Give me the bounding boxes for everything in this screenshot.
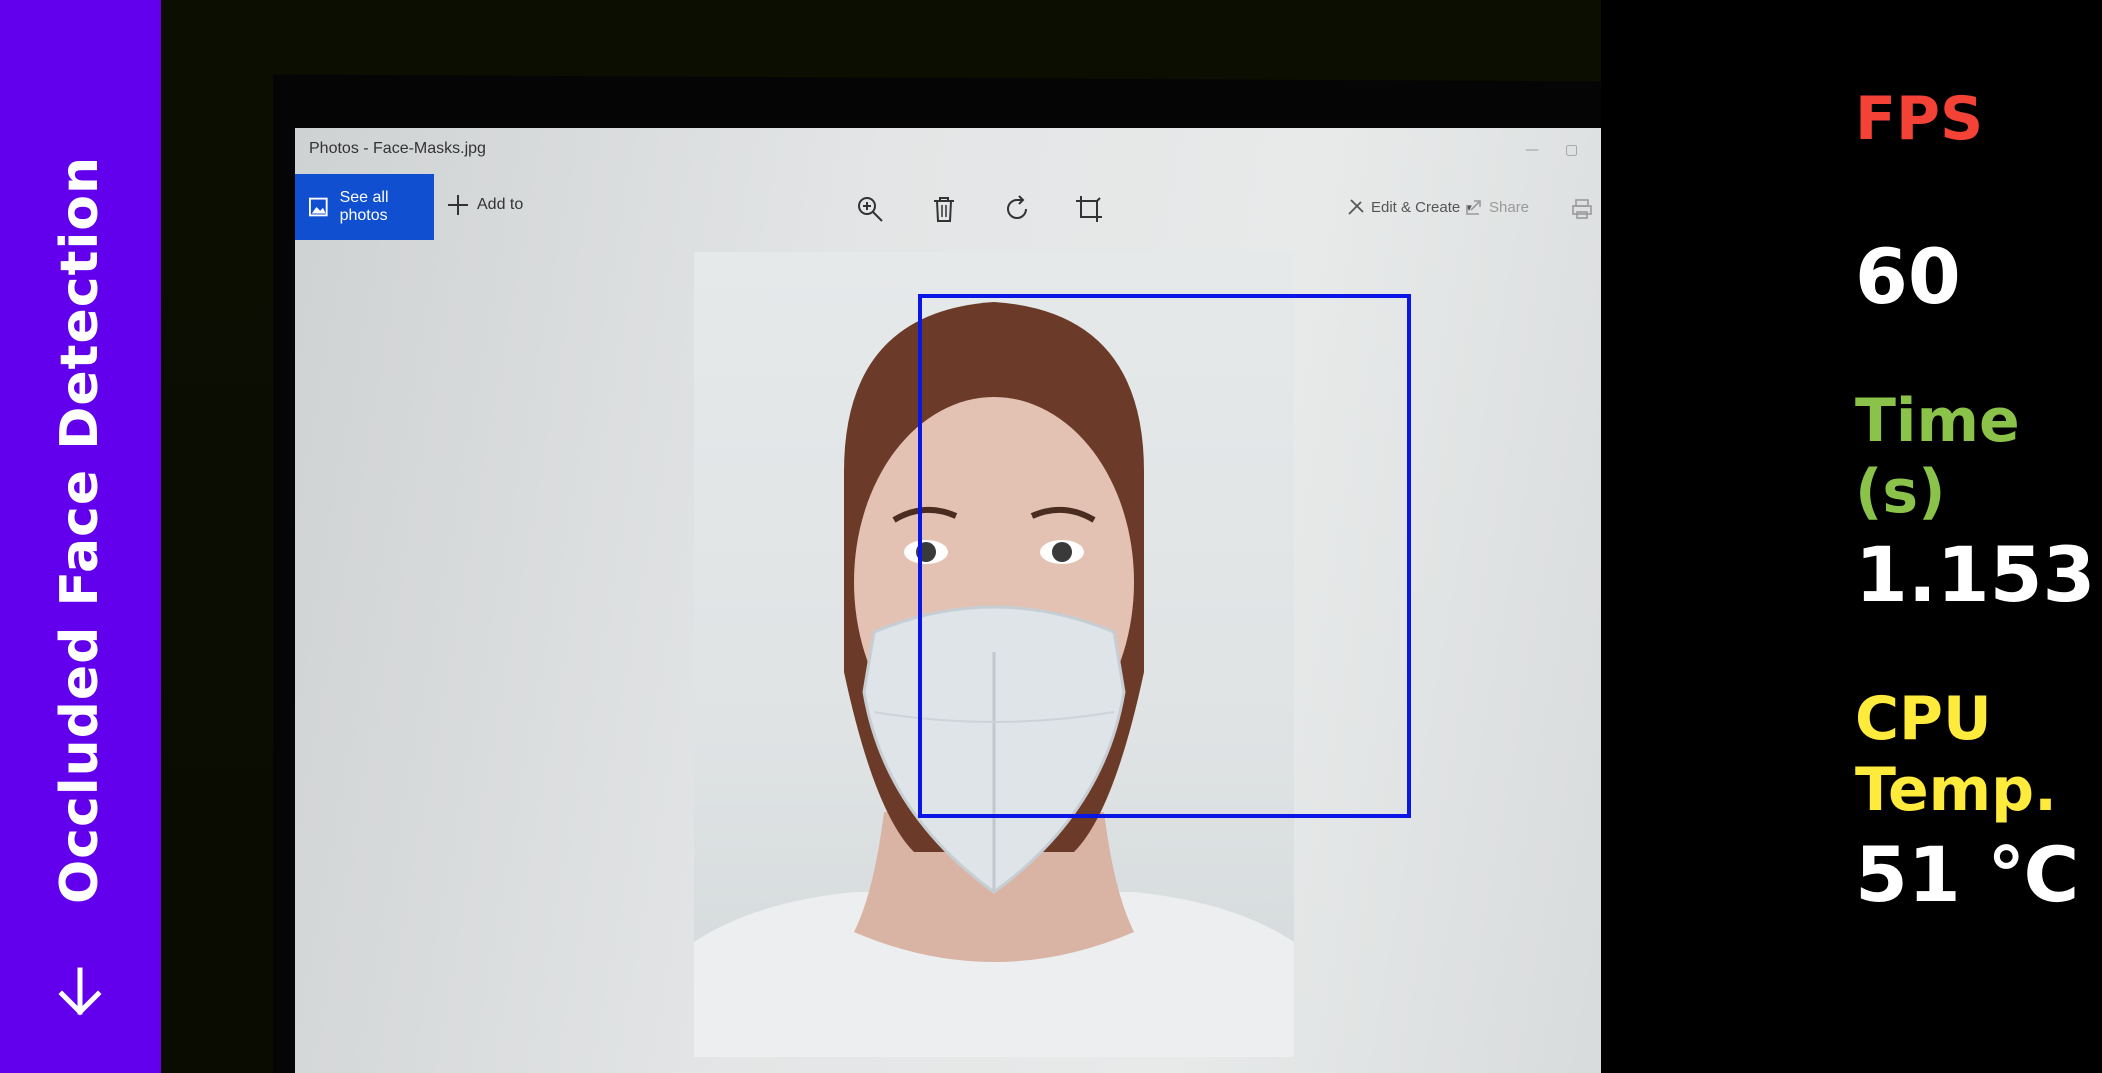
app-title: Occluded Face Detection	[50, 155, 110, 905]
crop-icon	[1076, 196, 1102, 222]
delete-icon	[934, 197, 954, 222]
arrow-down-icon[interactable]	[52, 964, 108, 1020]
zoom-in-icon	[858, 197, 883, 222]
add-to-label: Add to	[477, 196, 524, 213]
edit-create-icon	[1348, 199, 1364, 215]
cpu-temp-label: CPU Temp.	[1855, 684, 2057, 825]
photos-window-title: Photos - Face-Masks.jpg	[309, 140, 486, 157]
time-label: Time(s)	[1855, 386, 2020, 527]
minimize-icon: —	[1525, 142, 1539, 158]
rotate-icon	[1007, 195, 1027, 219]
print-icon	[1572, 199, 1592, 219]
maximize-icon: ▢	[1565, 142, 1579, 158]
edit-create-label: Edit & Create	[1371, 198, 1461, 216]
sidebar: Occluded Face Detection	[0, 0, 161, 1073]
share-button: Share	[1465, 198, 1529, 216]
see-all-photos-button: See all photos	[295, 174, 434, 240]
edit-create-menu: Edit & Create ▾	[1347, 198, 1472, 216]
camera-preview: Photos - Face-Masks.jpg — ▢ See all phot…	[161, 0, 1601, 1073]
picture-icon	[309, 197, 328, 217]
stats-panel: FPS 60 Time(s) 1.153 CPU Temp. 51 ℃	[1601, 0, 2102, 1073]
share-icon	[1466, 200, 1481, 215]
share-label: Share	[1489, 198, 1530, 216]
add-to-button: Add to	[447, 194, 523, 216]
time-value: 1.153	[1855, 530, 2096, 619]
fps-label: FPS	[1855, 84, 1984, 154]
see-all-photos-label: See all photos	[339, 189, 389, 224]
plus-icon	[448, 195, 468, 215]
cpu-temp-value: 51 ℃	[1855, 830, 2080, 919]
face-detection-box	[918, 294, 1411, 818]
fps-value: 60	[1855, 232, 1961, 321]
